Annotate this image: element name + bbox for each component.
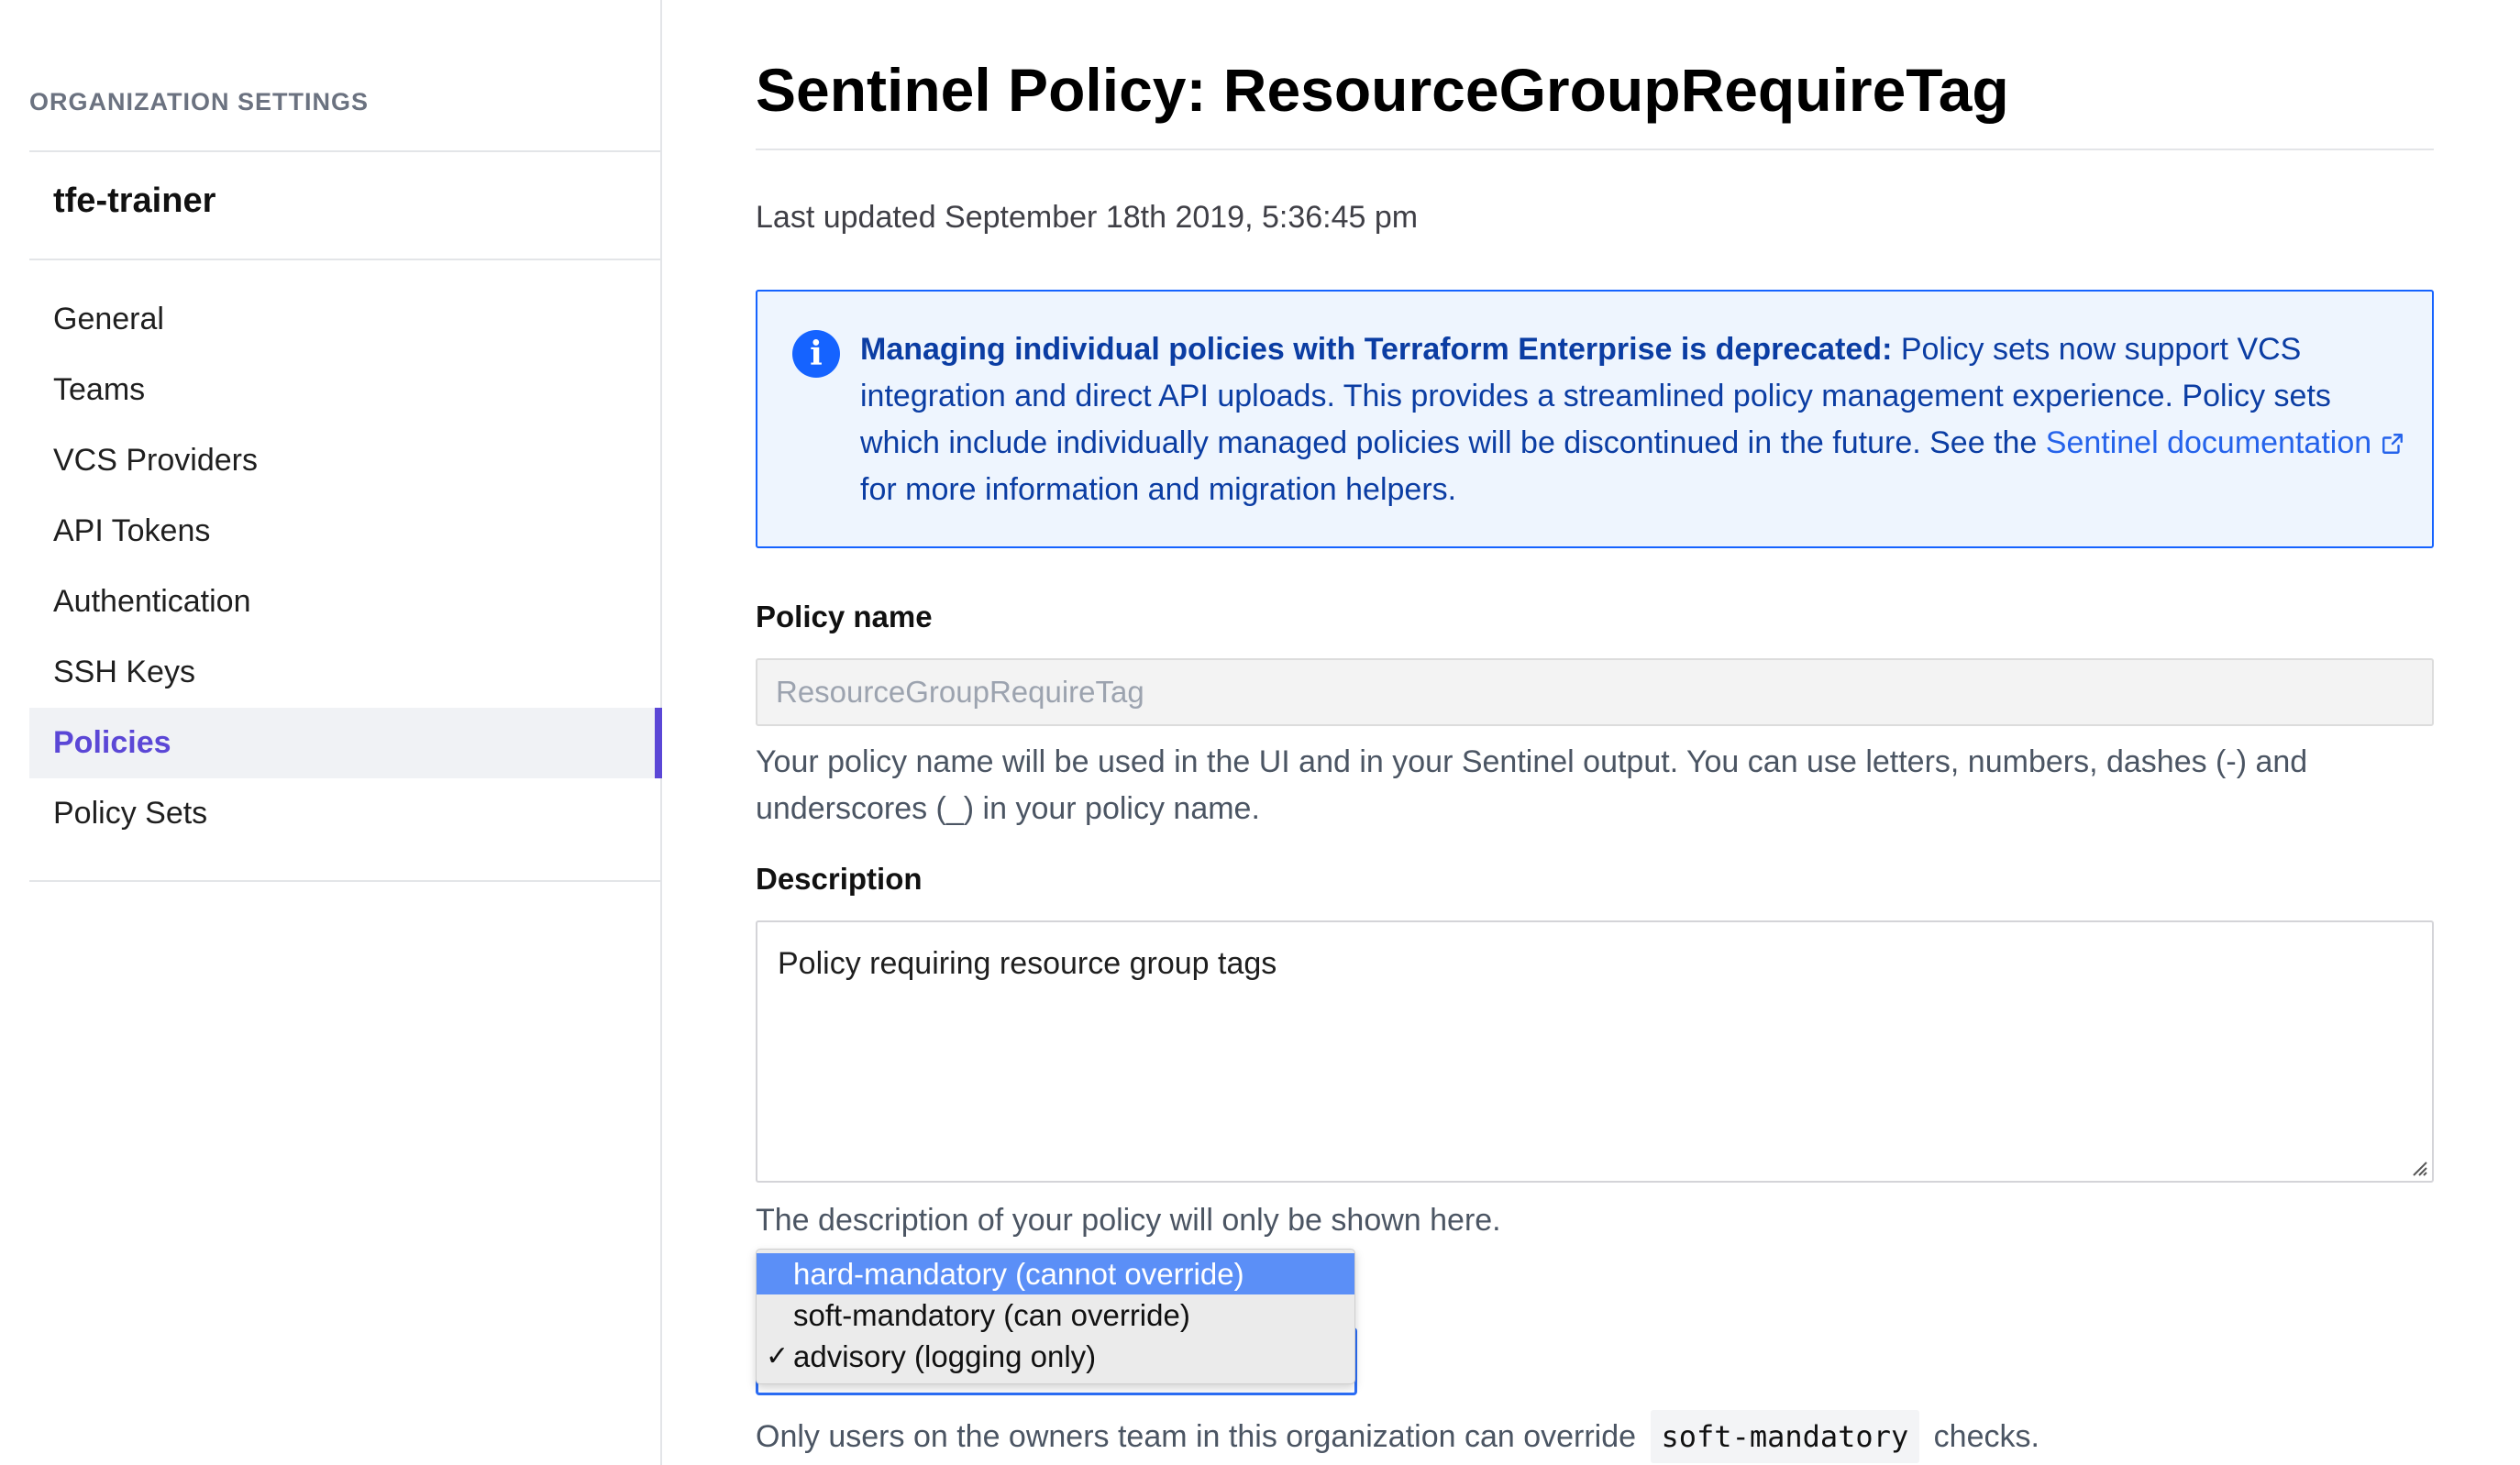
last-updated-timestamp: Last updated September 18th 2019, 5:36:4… [756, 200, 1419, 235]
notice-text: Managing individual policies with Terraf… [860, 326, 2410, 513]
external-link-icon [2382, 434, 2404, 454]
override-note-trailing: checks. [1925, 1419, 2039, 1454]
option-hard-mandatory[interactable]: hard-mandatory (cannot override) [757, 1253, 1354, 1294]
description-help: The description of your policy will only… [756, 1203, 1501, 1238]
description-label: Description [756, 862, 923, 896]
resize-handle-icon[interactable] [2406, 1155, 2428, 1177]
sidebar-item-authentication[interactable]: Authentication [29, 567, 662, 637]
sidebar-item-api-tokens[interactable]: API Tokens [29, 496, 662, 567]
settings-nav: General Teams VCS Providers API Tokens A… [29, 284, 662, 849]
soft-mandatory-code: soft-mandatory [1650, 1410, 1920, 1463]
page: ORGANIZATION SETTINGS tfe-trainer Genera… [0, 0, 2520, 1465]
description-textarea[interactable]: Policy requiring resource group tags [756, 920, 2434, 1183]
description-value: Policy requiring resource group tags [778, 946, 1277, 981]
sentinel-documentation-link[interactable]: Sentinel documentation [2046, 425, 2404, 460]
enforcement-mode-dropdown: hard-mandatory (cannot override) soft-ma… [756, 1249, 1355, 1384]
option-advisory[interactable]: ✓ advisory (logging only) [757, 1336, 1354, 1377]
deprecation-notice: i Managing individual policies with Terr… [756, 290, 2434, 548]
sidebar-item-general[interactable]: General [29, 284, 662, 355]
option-soft-mandatory[interactable]: soft-mandatory (can override) [757, 1294, 1354, 1336]
title-divider [756, 149, 2434, 150]
override-note-text: Only users on the owners team in this or… [756, 1419, 1645, 1454]
override-note: Only users on the owners team in this or… [756, 1410, 2039, 1463]
option-label: hard-mandatory (cannot override) [793, 1257, 1244, 1291]
sidebar-divider [29, 150, 662, 152]
policy-name-label: Policy name [756, 600, 933, 633]
sidebar-divider [29, 880, 662, 882]
sidebar-item-policies[interactable]: Policies [29, 708, 662, 778]
option-label: soft-mandatory (can override) [793, 1298, 1190, 1332]
notice-bold-text: Managing individual policies with Terraf… [860, 332, 1893, 367]
option-label: advisory (logging only) [793, 1339, 1097, 1373]
sidebar-item-policy-sets[interactable]: Policy Sets [29, 778, 662, 849]
notice-trailing-text: for more information and migration helpe… [860, 472, 1457, 507]
link-text: Sentinel documentation [2045, 425, 2372, 460]
sidebar-item-vcs-providers[interactable]: VCS Providers [29, 425, 662, 496]
policy-name-input[interactable] [756, 658, 2434, 726]
organization-name: tfe-trainer [53, 182, 216, 220]
settings-sidebar: ORGANIZATION SETTINGS tfe-trainer Genera… [0, 0, 662, 1465]
policy-name-help: Your policy name will be used in the UI … [756, 744, 2308, 826]
sidebar-item-teams[interactable]: Teams [29, 355, 662, 425]
checkmark-icon: ✓ [766, 1341, 790, 1371]
page-title: Sentinel Policy: ResourceGroupRequireTag [756, 56, 2009, 124]
sidebar-heading: ORGANIZATION SETTINGS [29, 88, 369, 116]
sidebar-item-ssh-keys[interactable]: SSH Keys [29, 637, 662, 708]
sidebar-divider [29, 259, 662, 260]
info-icon: i [792, 330, 840, 378]
